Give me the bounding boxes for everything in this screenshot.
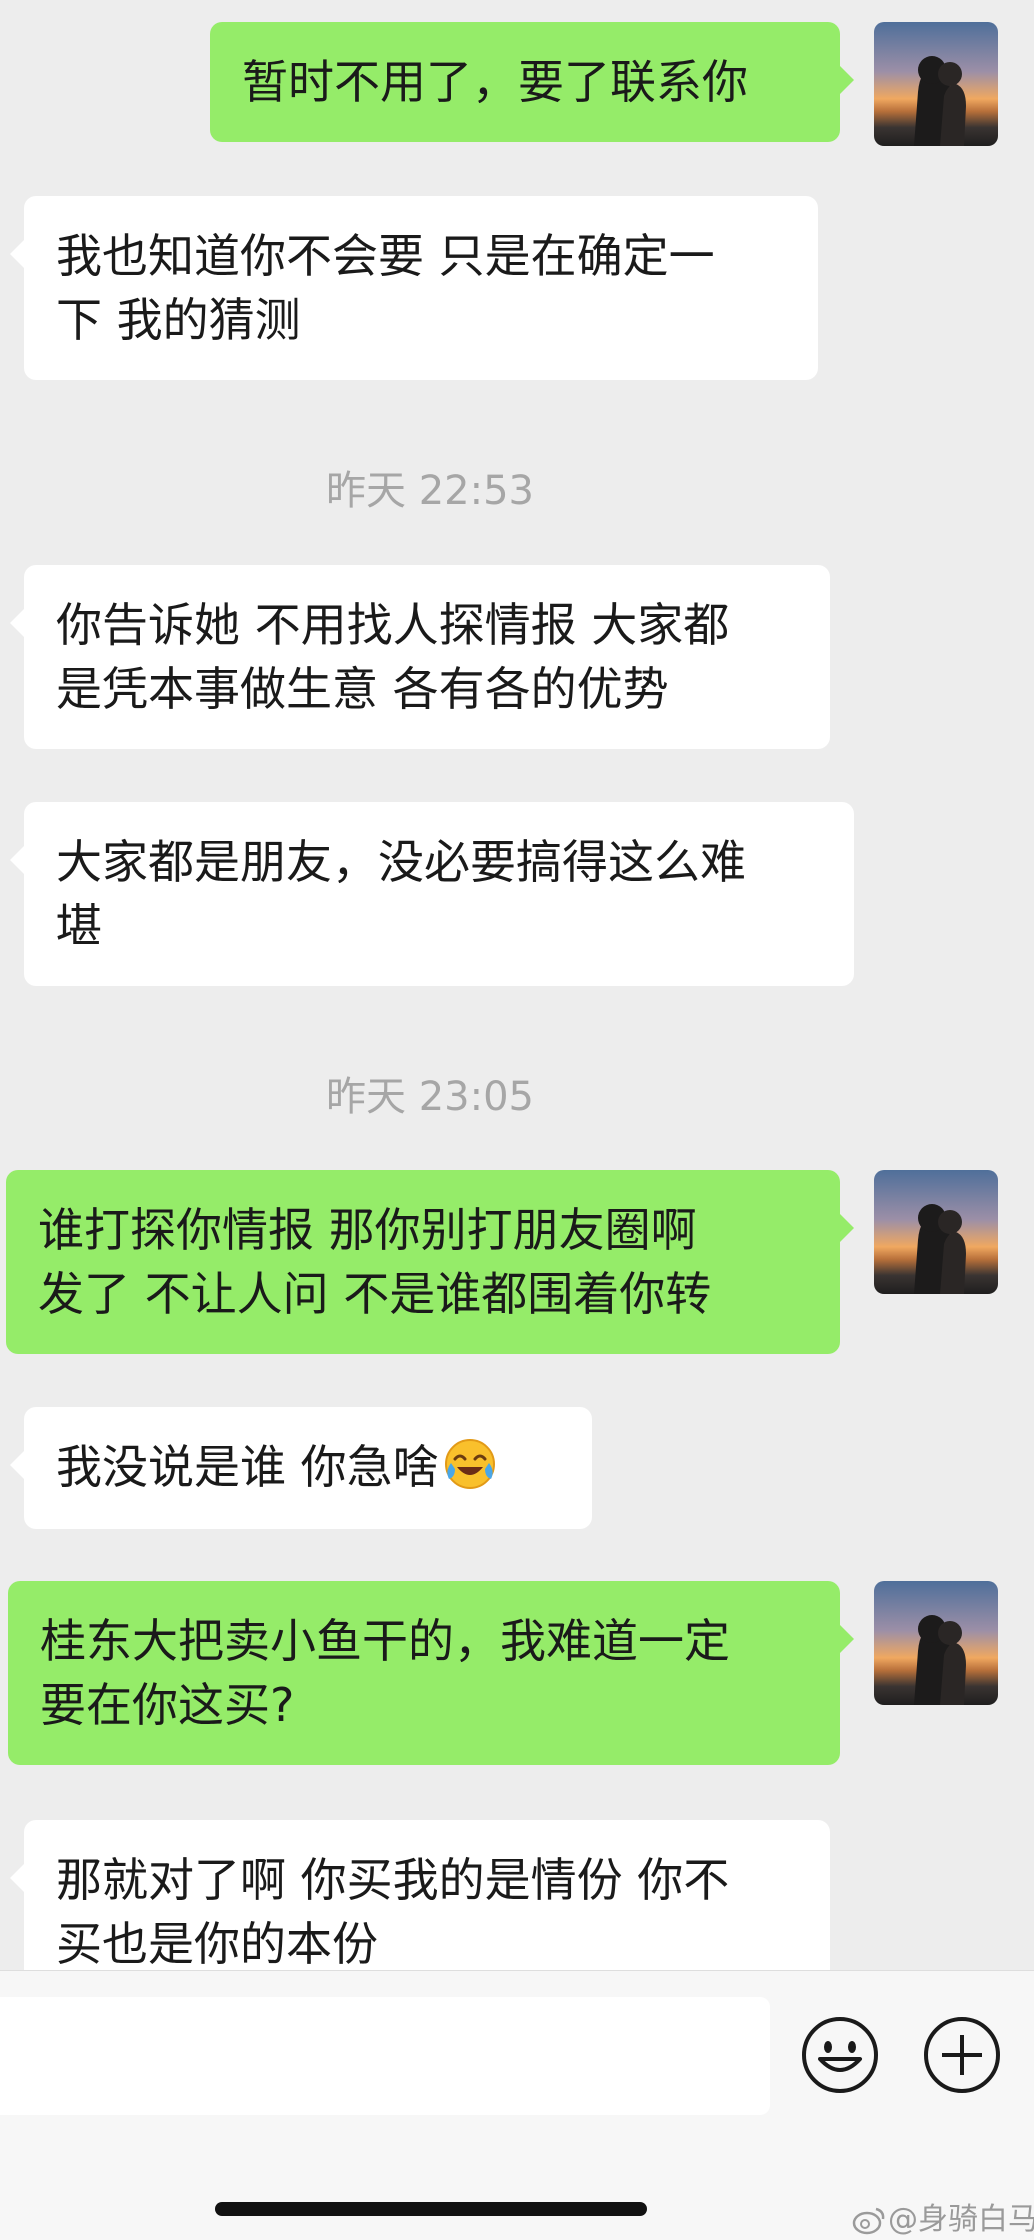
message-text-line: 我没说是谁 你急啥 — [56, 1435, 560, 1499]
plus-circle-icon[interactable] — [922, 2015, 1002, 2095]
incoming-message[interactable]: 我没说是谁 你急啥 — [10, 1407, 592, 1529]
message-text-line: 我也知道你不会要 只是在确定一 — [56, 229, 715, 283]
message-text-line: 发了 不让人问 不是谁都围着你转 — [38, 1267, 712, 1321]
message-text-line: 你告诉她 不用找人探情报 大家都 — [56, 598, 730, 652]
watermark: @身骑白马 — [852, 2194, 1034, 2237]
timestamp: 昨天 23:05 — [326, 1074, 534, 1120]
timestamp: 昨天 22:53 — [326, 468, 534, 514]
message-text-line: 下 我的猜测 — [56, 293, 301, 347]
message-text-line: 买也是你的本份 — [56, 1917, 378, 1971]
message-text-line: 暂时不用了，要了联系你 — [242, 55, 748, 109]
my-avatar[interactable] — [874, 1170, 998, 1294]
outgoing-message[interactable]: 暂时不用了，要了联系你 — [210, 22, 854, 142]
watermark-text: @身骑白马 — [888, 2202, 1034, 2237]
message-text: 我没说是谁 你急啥 — [56, 1440, 439, 1494]
couple-photo-icon — [914, 1204, 966, 1294]
chat-area: 暂时不用了，要了联系你 我也知道你不会要 只是在确定一 下 我的猜测 昨天 22… — [0, 0, 1034, 2004]
message-text-line: 大家都是朋友，没必要搞得这么难 — [56, 835, 746, 889]
home-indicator[interactable] — [215, 2202, 647, 2216]
weibo-icon — [852, 2207, 885, 2235]
outgoing-message[interactable]: 谁打探你情报 那你别打朋友圈啊 发了 不让人问 不是谁都围着你转 — [6, 1170, 854, 1354]
incoming-message[interactable]: 大家都是朋友，没必要搞得这么难 堪 — [10, 802, 854, 986]
message-text-line: 谁打探你情报 那你别打朋友圈啊 — [38, 1203, 697, 1257]
message-input[interactable] — [0, 1997, 770, 2115]
couple-photo-icon — [914, 1615, 966, 1705]
message-text-line: 那就对了啊 你买我的是情份 你不 — [56, 1853, 730, 1907]
message-text-line: 是凭本事做生意 各有各的优势 — [56, 662, 669, 716]
incoming-message[interactable]: 你告诉她 不用找人探情报 大家都 是凭本事做生意 各有各的优势 — [10, 565, 830, 749]
my-avatar[interactable] — [874, 22, 998, 146]
incoming-message[interactable]: 我也知道你不会要 只是在确定一 下 我的猜测 — [10, 196, 818, 380]
couple-photo-icon — [914, 56, 966, 146]
face-with-tears-of-joy-icon — [444, 1439, 495, 1489]
my-avatar[interactable] — [874, 1581, 998, 1705]
message-text-line: 堪 — [56, 899, 102, 953]
message-text-line: 桂东大把卖小鱼干的，我难道一定 — [40, 1614, 730, 1668]
outgoing-message[interactable]: 桂东大把卖小鱼干的，我难道一定 要在你这买? — [8, 1581, 854, 1765]
message-text-line: 要在你这买? — [40, 1678, 295, 1732]
smiley-face-icon[interactable] — [800, 2015, 880, 2095]
